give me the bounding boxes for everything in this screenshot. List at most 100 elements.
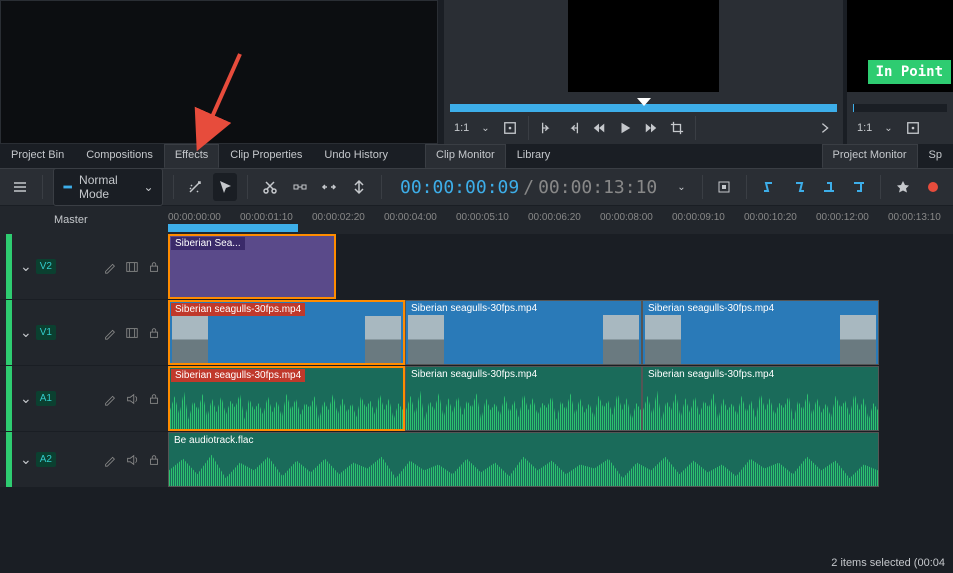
clip-a1-2[interactable]: Siberian seagulls-30fps.mp4 bbox=[642, 366, 879, 431]
tab-project-monitor[interactable]: Project Monitor bbox=[822, 144, 918, 168]
track-handle[interactable] bbox=[6, 366, 12, 431]
tab-library[interactable]: Library bbox=[506, 144, 562, 168]
clip-v1-2[interactable]: Siberian seagulls-30fps.mp4 bbox=[642, 300, 879, 365]
cursor-icon[interactable] bbox=[213, 173, 237, 201]
tab-clip-monitor[interactable]: Clip Monitor bbox=[425, 144, 506, 168]
timeline: Master 00:00:00:00 00:00:01:10 00:00:02:… bbox=[0, 206, 953, 488]
favorite-icon[interactable] bbox=[891, 173, 915, 201]
waveform bbox=[406, 381, 641, 430]
frame-icon[interactable] bbox=[901, 116, 925, 140]
chevron-down-icon: ⌄ bbox=[144, 180, 154, 194]
play-icon[interactable] bbox=[613, 116, 637, 140]
track-id-badge: A1 bbox=[36, 391, 56, 406]
record-icon[interactable] bbox=[921, 173, 945, 201]
ruler-tick: 00:00:01:10 bbox=[240, 212, 293, 223]
film-icon[interactable] bbox=[124, 259, 140, 275]
trackbody-a2[interactable]: Be audiotrack.flac bbox=[168, 432, 953, 487]
clip-a2-0[interactable]: Be audiotrack.flac bbox=[168, 432, 879, 487]
zoom-label-right[interactable]: 1:1 bbox=[853, 122, 876, 134]
trackhead-a2[interactable]: ⌄ A2 bbox=[0, 432, 168, 487]
edit-mode-dropdown[interactable]: Normal Mode ⌄ bbox=[53, 168, 163, 206]
right-tabs: Project Monitor Sp bbox=[822, 144, 953, 168]
timecode-duration: 00:00:13:10 bbox=[538, 177, 657, 198]
tab-effects[interactable]: Effects bbox=[164, 144, 219, 168]
overwrite-icon[interactable] bbox=[817, 173, 841, 201]
chevron-down-icon[interactable]: ⌄ bbox=[20, 258, 32, 275]
next-icon[interactable] bbox=[813, 116, 837, 140]
crop-icon[interactable] bbox=[665, 116, 689, 140]
edit-icon[interactable] bbox=[102, 259, 118, 275]
film-icon[interactable] bbox=[124, 325, 140, 341]
fit-icon[interactable] bbox=[318, 173, 342, 201]
tab-compositions[interactable]: Compositions bbox=[75, 144, 164, 168]
menu-icon[interactable] bbox=[8, 173, 32, 201]
chevron-down-icon[interactable]: ⌄ bbox=[475, 123, 495, 134]
track-handle[interactable] bbox=[6, 300, 12, 365]
spacer-icon[interactable] bbox=[288, 173, 312, 201]
trackhead-v1[interactable]: ⌄ V1 bbox=[0, 300, 168, 365]
magic-wand-icon[interactable] bbox=[183, 173, 207, 201]
tab-sp[interactable]: Sp bbox=[918, 144, 953, 168]
lock-icon[interactable] bbox=[146, 452, 162, 468]
lock-icon[interactable] bbox=[146, 391, 162, 407]
in-point-icon[interactable] bbox=[535, 116, 559, 140]
project-bin-panel bbox=[0, 0, 438, 144]
track-handle[interactable] bbox=[6, 432, 12, 487]
chevron-down-icon[interactable]: ⌄ bbox=[878, 123, 898, 134]
out-point-icon[interactable] bbox=[561, 116, 585, 140]
extract-icon[interactable] bbox=[847, 173, 871, 201]
trackbody-v2[interactable]: Siberian Sea... bbox=[168, 234, 953, 299]
insert-icon[interactable] bbox=[347, 173, 371, 201]
tab-project-bin[interactable]: Project Bin bbox=[0, 144, 75, 168]
thumbnail bbox=[408, 315, 444, 364]
clip-a1-0[interactable]: Siberian seagulls-30fps.mp4 bbox=[168, 366, 405, 431]
chevron-down-icon[interactable]: ⌄ bbox=[671, 182, 691, 193]
clip-monitor-panel: 1:1 ⌄ bbox=[444, 0, 843, 144]
ruler-tick: 00:00:10:20 bbox=[744, 212, 797, 223]
clip-label: Siberian seagulls-30fps.mp4 bbox=[407, 368, 541, 381]
chevron-down-icon[interactable]: ⌄ bbox=[20, 390, 32, 407]
track-handle[interactable] bbox=[6, 234, 12, 299]
zoom-label[interactable]: 1:1 bbox=[450, 122, 473, 134]
clip-monitor-preview[interactable] bbox=[568, 0, 719, 92]
chevron-down-icon[interactable]: ⌄ bbox=[20, 324, 32, 341]
zone-in-icon[interactable] bbox=[757, 173, 781, 201]
forward-icon[interactable] bbox=[639, 116, 663, 140]
clip-v2-0[interactable]: Siberian Sea... bbox=[168, 234, 336, 299]
clip-v1-0[interactable]: Siberian seagulls-30fps.mp4 bbox=[168, 300, 405, 365]
trackbody-v1[interactable]: Siberian seagulls-30fps.mp4 Siberian sea… bbox=[168, 300, 953, 365]
speaker-icon[interactable] bbox=[124, 452, 140, 468]
lock-icon[interactable] bbox=[146, 325, 162, 341]
tab-clip-properties[interactable]: Clip Properties bbox=[219, 144, 313, 168]
edit-icon[interactable] bbox=[102, 391, 118, 407]
clip-label: Siberian Sea... bbox=[171, 237, 245, 250]
waveform bbox=[643, 381, 878, 430]
project-monitor-scrubber[interactable] bbox=[853, 104, 947, 112]
edit-icon[interactable] bbox=[102, 452, 118, 468]
marker-icon[interactable] bbox=[713, 173, 737, 201]
timecode-display[interactable]: 00:00:00:09/00:00:13:10 bbox=[392, 177, 665, 198]
clip-a1-1[interactable]: Siberian seagulls-30fps.mp4 bbox=[405, 366, 642, 431]
timeline-ruler[interactable]: 00:00:00:00 00:00:01:10 00:00:02:20 00:0… bbox=[168, 206, 953, 234]
rewind-icon[interactable] bbox=[587, 116, 611, 140]
ruler-zone[interactable] bbox=[168, 224, 298, 232]
mode-icon bbox=[62, 180, 73, 194]
frame-icon[interactable] bbox=[498, 116, 522, 140]
speaker-icon[interactable] bbox=[124, 391, 140, 407]
clip-v1-1[interactable]: Siberian seagulls-30fps.mp4 bbox=[405, 300, 642, 365]
edit-icon[interactable] bbox=[102, 325, 118, 341]
scrub-handle-icon[interactable] bbox=[637, 98, 651, 106]
trackbody-a1[interactable]: Siberian seagulls-30fps.mp4 Siberian sea… bbox=[168, 366, 953, 431]
thumbnail bbox=[603, 315, 639, 364]
chevron-down-icon[interactable]: ⌄ bbox=[20, 451, 32, 468]
lock-icon[interactable] bbox=[146, 259, 162, 275]
razor-icon[interactable] bbox=[258, 173, 282, 201]
thumbnail bbox=[840, 315, 876, 364]
tab-undo-history[interactable]: Undo History bbox=[313, 144, 399, 168]
timeline-toolbar: Normal Mode ⌄ 00:00:00:09/00:00:13:10 ⌄ bbox=[0, 168, 953, 206]
zone-out-icon[interactable] bbox=[787, 173, 811, 201]
master-label: Master bbox=[0, 206, 168, 226]
statusbar: 2 items selected (00:04 bbox=[823, 553, 953, 573]
trackhead-a1[interactable]: ⌄ A1 bbox=[0, 366, 168, 431]
trackhead-v2[interactable]: ⌄ V2 bbox=[0, 234, 168, 299]
